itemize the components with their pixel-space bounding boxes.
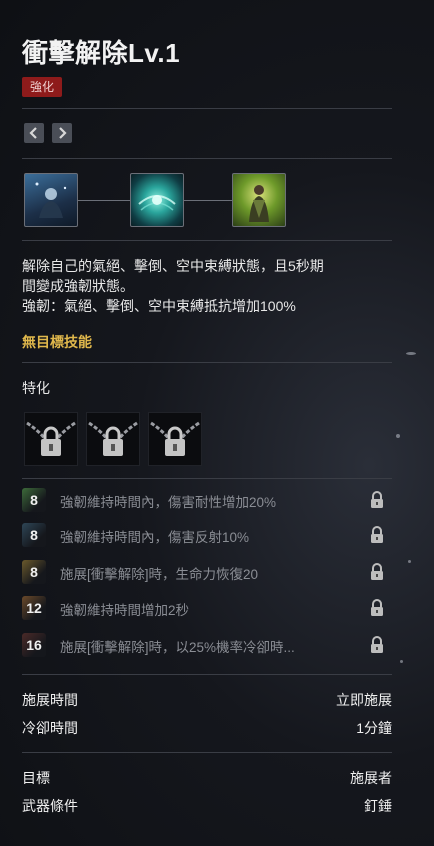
background-glint xyxy=(408,560,411,563)
weapon-requirement-value: 釘錘 xyxy=(364,798,392,814)
skill-title: 衝擊解除Lv.1 xyxy=(22,38,181,68)
trait-level-badge: 8 xyxy=(22,523,46,547)
trait-description: 強韌維持時間內，傷害反射10% xyxy=(60,530,250,545)
trait-description: 強韌維持時間內，傷害耐性增加20% xyxy=(60,495,277,510)
divider xyxy=(22,240,392,241)
meditating-figure-icon xyxy=(35,182,67,218)
divider xyxy=(22,478,392,479)
trait-description: 施展[衝擊解除]時，生命力恢復20 xyxy=(60,567,259,582)
padlock-icon xyxy=(371,563,383,580)
trait-level-badge: 12 xyxy=(22,596,46,620)
skill-stage-2[interactable] xyxy=(130,173,184,227)
locked-slot[interactable] xyxy=(86,412,140,466)
trait-row: 16 施展[衝擊解除]時，以25%機率冷卻時... xyxy=(22,633,392,657)
trait-level-badge: 8 xyxy=(22,488,46,512)
cast-time-value: 立即施展 xyxy=(336,692,392,708)
padlock-chain-icon xyxy=(150,421,200,456)
glowing-figure-icon xyxy=(249,185,269,222)
chevron-left-icon xyxy=(29,127,37,139)
skill-description: 解除自己的氣絕、擊倒、空中束縛狀態，且5秒期 間變成強韌狀態。 強韌：氣絕、擊倒… xyxy=(22,256,392,316)
trait-level-badge: 16 xyxy=(22,633,46,657)
next-button[interactable] xyxy=(52,123,72,143)
description-line: 強韌：氣絕、擊倒、空中束縛抵抗增加100% xyxy=(22,298,296,314)
padlock-icon xyxy=(371,599,383,616)
cast-time-label: 施展時間 xyxy=(22,692,78,708)
divider xyxy=(22,362,392,363)
skill-stage-3[interactable] xyxy=(232,173,286,227)
no-target-note: 無目標技能 xyxy=(22,334,92,350)
chevron-right-icon xyxy=(59,127,67,139)
description-line: 間變成強韌狀態。 xyxy=(22,278,134,294)
locked-slot[interactable] xyxy=(148,412,202,466)
description-line: 解除自己的氣絕、擊倒、空中束縛狀態，且5秒期 xyxy=(22,258,324,274)
divider xyxy=(22,674,392,675)
stage-connector xyxy=(78,200,130,201)
padlock-chain-icon xyxy=(88,421,138,456)
enhance-badge: 強化 xyxy=(22,77,63,97)
padlock-chain-icon xyxy=(26,421,76,456)
specialization-label: 特化 xyxy=(22,380,50,396)
skill-stage-1[interactable] xyxy=(24,173,78,227)
background-glint xyxy=(396,434,400,438)
trait-description: 施展[衝擊解除]時，以25%機率冷卻時... xyxy=(60,640,295,655)
background-glint xyxy=(400,660,403,663)
target-label: 目標 xyxy=(22,770,50,786)
cooldown-label: 冷卻時間 xyxy=(22,720,78,736)
target-value: 施展者 xyxy=(350,770,392,786)
padlock-icon xyxy=(371,526,383,543)
trait-row: 8 施展[衝擊解除]時，生命力恢復20 xyxy=(22,560,392,584)
cooldown-value: 1分鐘 xyxy=(356,720,392,736)
background-glint xyxy=(406,352,416,355)
locked-slot[interactable] xyxy=(24,412,78,466)
divider xyxy=(22,752,392,753)
prev-button[interactable] xyxy=(24,123,44,143)
trait-level-badge: 8 xyxy=(22,560,46,584)
divider xyxy=(22,158,392,159)
padlock-icon xyxy=(371,491,383,508)
weapon-requirement-label: 武器條件 xyxy=(22,798,78,814)
divider xyxy=(22,108,392,109)
trait-row: 12 強韌維持時間增加2秒 xyxy=(22,596,392,620)
trait-row: 8 強韌維持時間內，傷害反射10% xyxy=(22,523,392,547)
trait-description: 強韌維持時間增加2秒 xyxy=(60,603,190,618)
trait-row: 8 強韌維持時間內，傷害耐性增加20% xyxy=(22,488,392,512)
padlock-icon xyxy=(371,636,383,653)
energy-burst-icon xyxy=(138,195,176,211)
stage-connector xyxy=(184,200,232,201)
